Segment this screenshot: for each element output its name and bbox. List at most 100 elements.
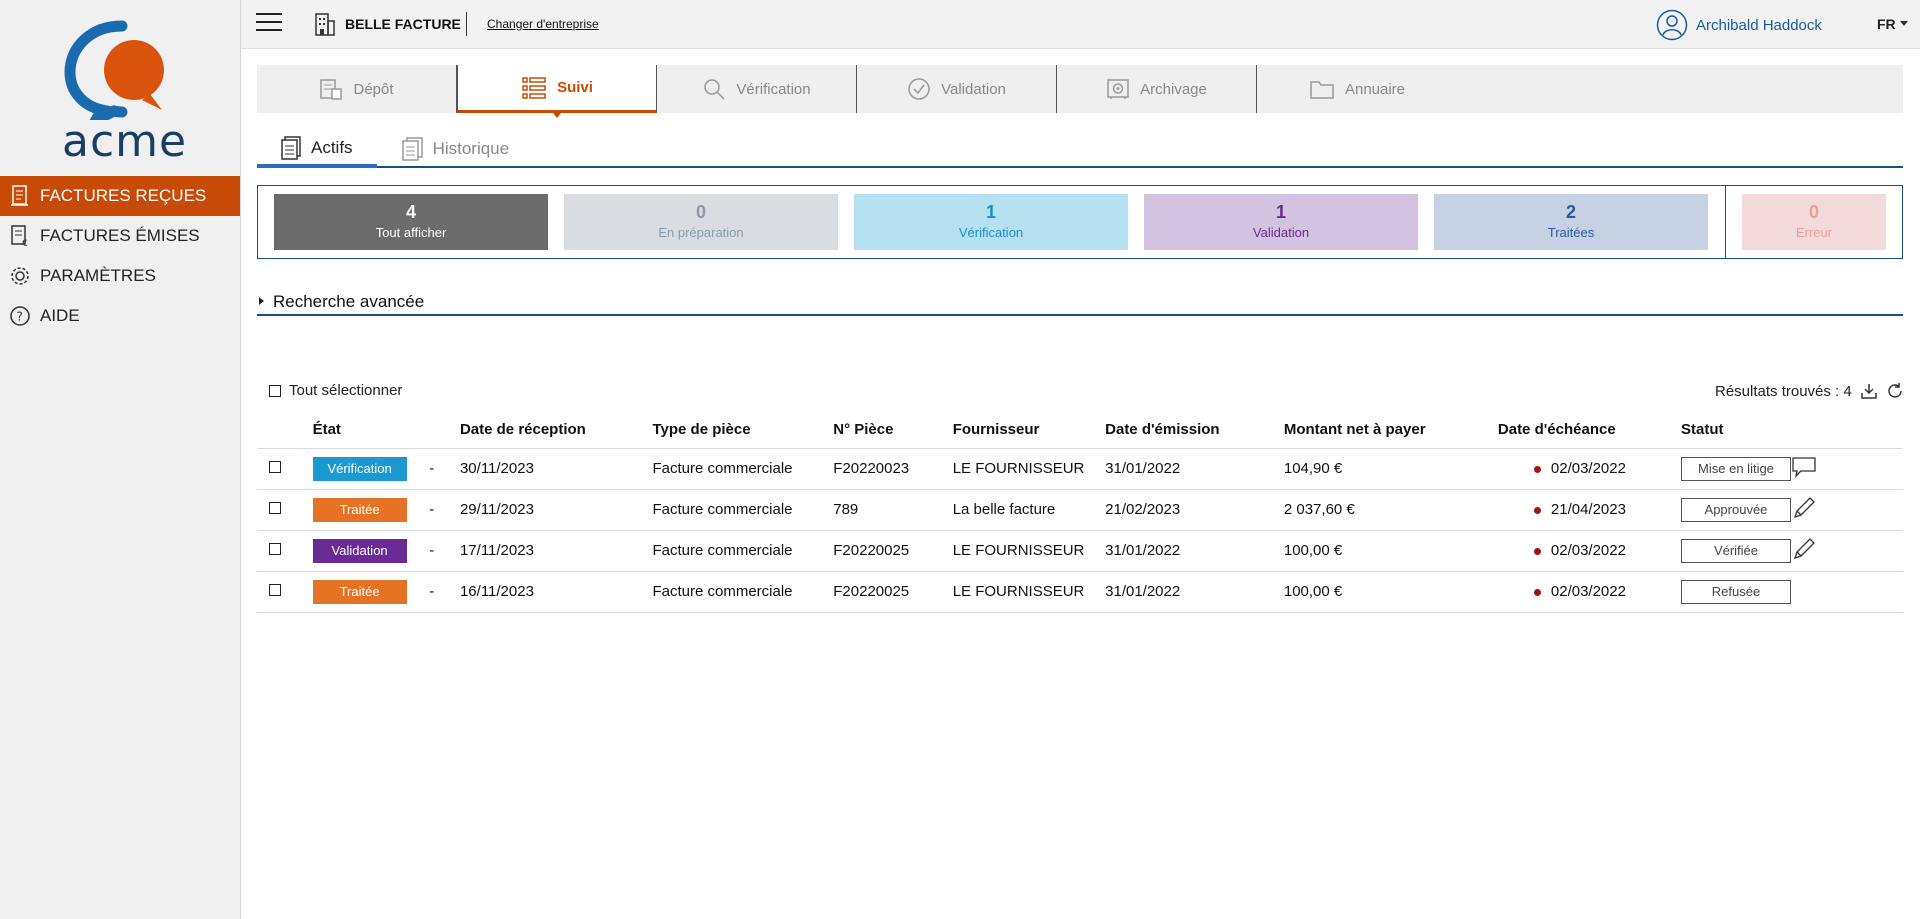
refresh-icon[interactable] <box>1886 382 1904 400</box>
column-header-actions <box>1790 412 1903 449</box>
counter-traitees[interactable]: 2 Traitées <box>1434 194 1708 250</box>
change-company-link[interactable]: Changer d'entreprise <box>487 17 599 31</box>
counter-validation[interactable]: 1 Validation <box>1144 194 1418 250</box>
counter-verification[interactable]: 1 Vérification <box>854 194 1128 250</box>
statut-cell: Mise en litige <box>1680 448 1791 490</box>
status-badge[interactable]: Traitée <box>312 579 407 604</box>
tab-suivi[interactable]: Suivi <box>457 65 657 118</box>
tab-annuaire[interactable]: Annuaire <box>1257 65 1457 113</box>
fournisseur-cell: LE FOURNISSEUR <box>952 571 1106 613</box>
counter-erreur[interactable]: 0 Erreur <box>1742 194 1886 250</box>
column-header-date-reception[interactable]: Date de réception <box>459 412 653 449</box>
overdue-dot-icon <box>1533 588 1541 596</box>
etat-cell: Traitée <box>312 489 430 531</box>
column-header-fournisseur[interactable]: Fournisseur <box>952 412 1106 449</box>
counter-label: Validation <box>1252 225 1310 240</box>
menu-icon[interactable] <box>256 13 282 35</box>
tab-validation[interactable]: Validation <box>857 65 1057 113</box>
pencil-icon[interactable] <box>1791 495 1817 521</box>
sidebar-item-factures-recues[interactable]: FACTURES REÇUES <box>0 176 240 216</box>
column-header-date-emission[interactable]: Date d'émission <box>1105 412 1284 449</box>
table-row[interactable]: Validation -17/11/2023 Facture commerciale… <box>257 530 1903 572</box>
statut-box[interactable]: Mise en litige <box>1680 456 1791 481</box>
statut-cell: Refusée <box>1680 571 1791 613</box>
counter-en-preparation[interactable]: 0 En préparation <box>564 194 838 250</box>
row-checkbox[interactable] <box>269 543 281 555</box>
divider <box>466 12 467 36</box>
statut-box[interactable]: Approuvée <box>1680 497 1791 522</box>
history-documents-icon <box>401 137 425 161</box>
select-all-label: Tout sélectionner <box>289 382 403 399</box>
pencil-icon[interactable] <box>1791 536 1817 562</box>
download-icon[interactable] <box>1860 382 1878 400</box>
row-select-cell <box>257 571 313 613</box>
counter-value: 4 <box>405 202 416 222</box>
date-echeance-value: 21/04/2023 <box>1550 501 1626 518</box>
select-all[interactable]: Tout sélectionner <box>269 382 402 399</box>
tracking-list-icon <box>521 76 547 100</box>
tab-archivage[interactable]: Archivage <box>1057 65 1257 113</box>
tab-actifs[interactable]: Actifs <box>257 132 377 168</box>
row-select-cell <box>257 448 313 490</box>
numero-piece-cell: F20220025 <box>833 530 953 572</box>
comment-icon[interactable] <box>1791 456 1817 478</box>
statut-box[interactable]: Refusée <box>1680 579 1791 604</box>
tab-label: Annuaire <box>1344 80 1406 98</box>
column-header-type-piece[interactable]: Type de pièce <box>652 412 834 449</box>
sidebar-item-parametres[interactable]: PARAMÈTRES <box>0 256 240 296</box>
column-header-date-echeance[interactable]: Date d'échéance <box>1497 412 1681 449</box>
sidebar-item-aide[interactable]: ? AIDE <box>0 296 240 336</box>
issued-invoices-icon: € <box>8 224 32 248</box>
tab-verification[interactable]: Vérification <box>657 65 857 113</box>
counter-value: 0 <box>695 202 706 222</box>
user-menu[interactable]: Archibald Haddock <box>1656 9 1822 41</box>
select-all-checkbox[interactable] <box>269 384 281 397</box>
row-select-cell <box>257 489 313 531</box>
column-header-numero-piece[interactable]: N° Pièce <box>833 412 953 449</box>
date-echeance-cell: 02/03/2022 <box>1497 530 1681 572</box>
fournisseur-cell: LE FOURNISSEUR <box>952 530 1106 572</box>
table-row[interactable]: Traitée -16/11/2023 Facture commerciale F20… <box>257 571 1903 613</box>
column-header-etat[interactable]: État <box>312 412 430 449</box>
date-echeance-value: 02/03/2022 <box>1550 542 1626 559</box>
statut-box[interactable]: Vérifiée <box>1680 538 1791 563</box>
date-emission-cell: 31/01/2022 <box>1105 448 1284 490</box>
invoices-table: État Date de réception Type de pièce N° … <box>257 412 1903 613</box>
svg-text:€: € <box>22 239 28 247</box>
table-row[interactable]: Traitée -29/11/2023 Facture commerciale 789… <box>257 489 1903 531</box>
column-header-montant[interactable]: Montant net à payer <box>1283 412 1498 449</box>
table-row[interactable]: Vérification -30/11/2023 Facture commercia… <box>257 448 1903 490</box>
advanced-search-toggle[interactable]: Recherche avancée <box>257 289 1903 316</box>
etat-cell: Vérification <box>312 448 430 490</box>
status-badge[interactable]: Traitée <box>312 497 407 522</box>
language-selector[interactable]: FR <box>1877 16 1908 32</box>
counter-value: 1 <box>985 202 996 222</box>
divider <box>1725 186 1726 258</box>
date-emission-cell: 31/01/2022 <box>1105 571 1284 613</box>
building-icon <box>311 11 337 41</box>
deposit-icon <box>319 77 343 101</box>
counter-tout-afficher[interactable]: 4 Tout afficher <box>274 194 548 250</box>
row-checkbox[interactable] <box>269 461 281 473</box>
sidebar-item-label: FACTURES REÇUES <box>40 186 207 205</box>
document-icon <box>281 136 303 160</box>
column-header-statut[interactable]: Statut <box>1680 412 1791 449</box>
svg-text:?: ? <box>17 310 23 324</box>
folder-icon <box>1309 78 1335 100</box>
row-checkbox[interactable] <box>269 502 281 514</box>
row-checkbox[interactable] <box>269 584 281 596</box>
date-emission-cell: 31/01/2022 <box>1105 530 1284 572</box>
sidebar-item-factures-emises[interactable]: € FACTURES ÉMISES <box>0 216 240 256</box>
counter-value: 0 <box>1808 202 1819 222</box>
type-piece-cell: Facture commerciale <box>652 530 834 572</box>
status-badge[interactable]: Validation <box>312 538 407 563</box>
date-echeance-value: 02/03/2022 <box>1550 583 1626 600</box>
acme-logo[interactable]: acme <box>62 20 186 167</box>
tab-label: Archivage <box>1140 80 1207 98</box>
received-invoices-icon <box>8 184 32 208</box>
tab-label: Suivi <box>557 79 593 96</box>
tab-depot[interactable]: Dépôt <box>257 65 457 113</box>
tab-historique[interactable]: Historique <box>377 132 534 166</box>
flag-cell: - <box>429 448 460 490</box>
status-badge[interactable]: Vérification <box>312 456 407 481</box>
